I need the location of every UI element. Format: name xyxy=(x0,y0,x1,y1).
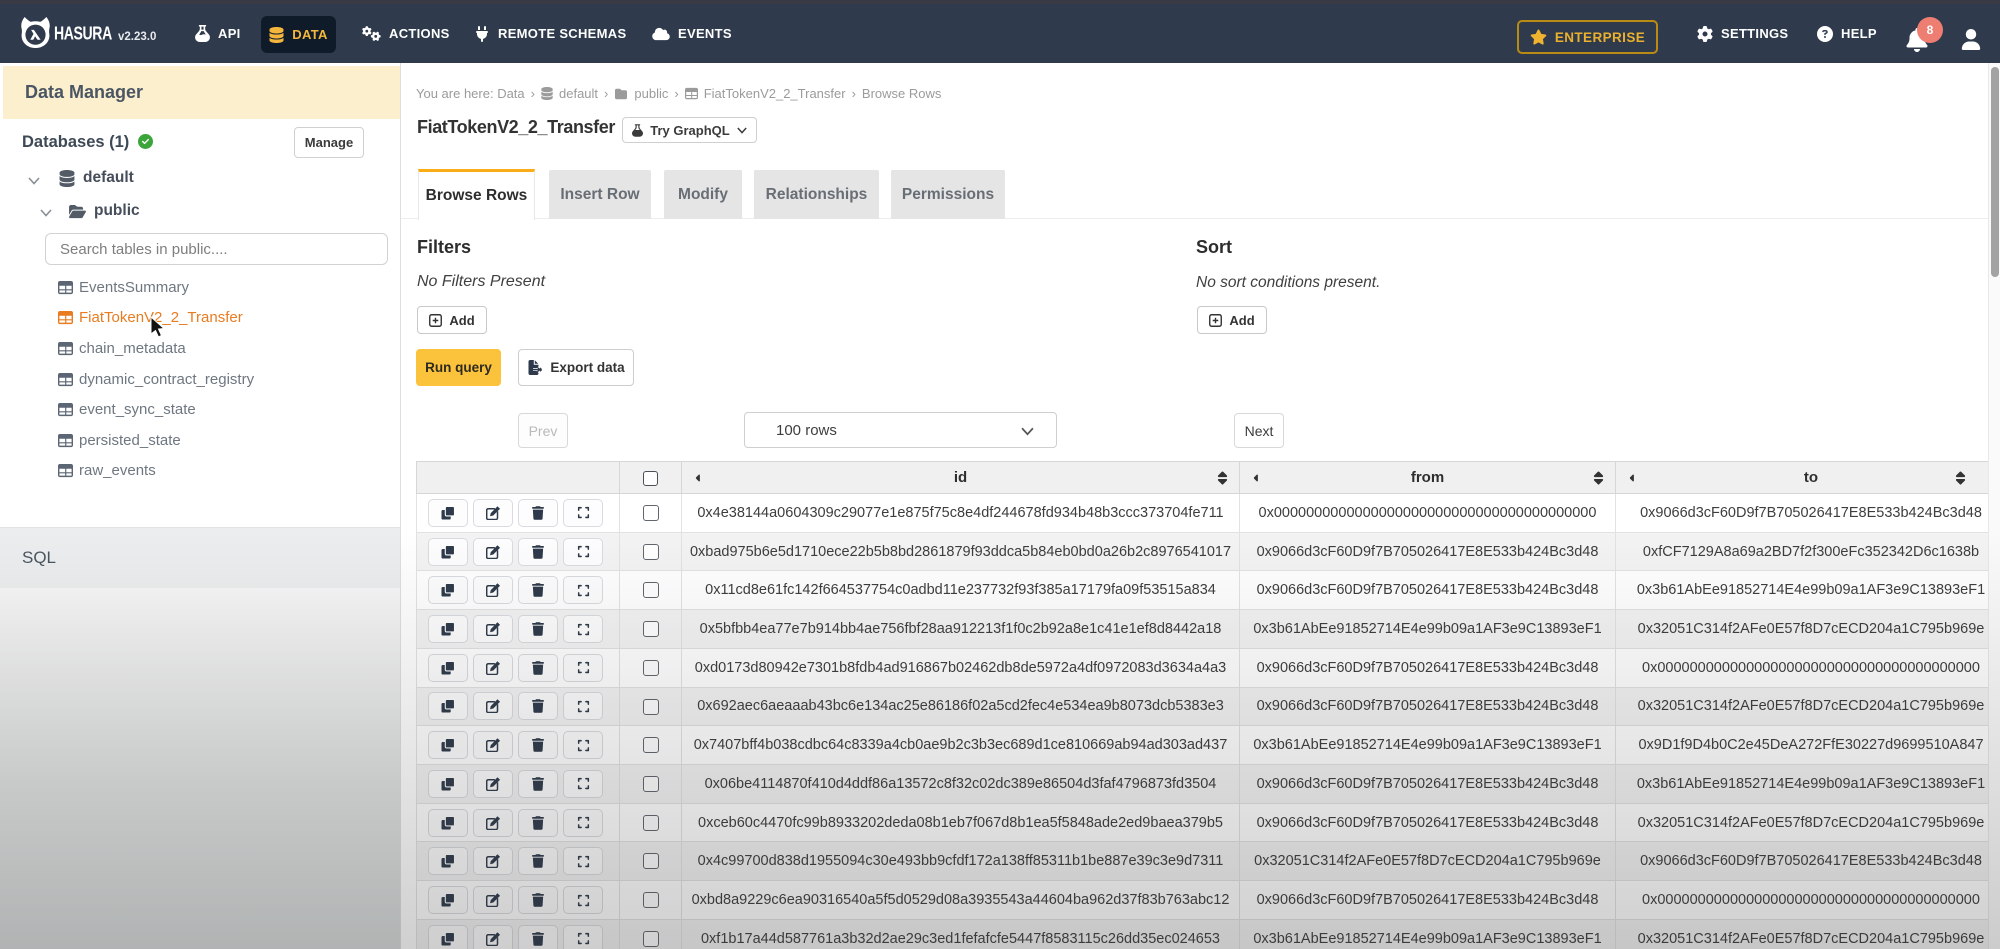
svg-text:HASURA: HASURA xyxy=(54,25,112,44)
